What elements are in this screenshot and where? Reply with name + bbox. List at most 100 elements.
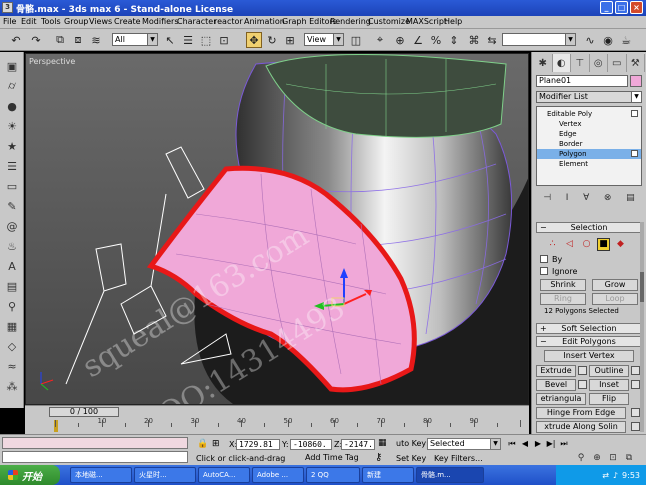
viewport-label[interactable]: Perspective — [29, 57, 75, 66]
grid-icon[interactable]: ▦ — [378, 438, 387, 448]
spiral-icon[interactable]: @ — [3, 218, 21, 234]
select-object-icon[interactable]: ↖ — [162, 32, 178, 48]
menu-file[interactable]: File — [3, 17, 16, 26]
particle-icon[interactable]: ⁂ — [3, 378, 21, 394]
dummy-icon[interactable]: ◇ — [3, 338, 21, 354]
vertex-mode-icon[interactable]: ∴ — [546, 238, 559, 251]
box-icon[interactable]: ▣ — [3, 58, 21, 74]
maxscript-listener-top[interactable] — [2, 437, 188, 449]
maximize-button[interactable]: □ — [615, 1, 628, 14]
pencil-icon[interactable]: ✎ — [3, 198, 21, 214]
selection-rollout-header[interactable]: − Selection — [536, 222, 642, 233]
edge-mode-icon[interactable]: ◁ — [563, 238, 576, 251]
perspective-viewport[interactable]: Perspective squeal@163.com QQ:14314493 — [25, 53, 529, 405]
plane-icon[interactable]: ▭ — [3, 178, 21, 194]
polygon-mode-icon[interactable]: ■ — [597, 237, 610, 251]
menu-maxscript[interactable]: MAXScript — [406, 17, 447, 26]
close-button[interactable]: × — [630, 1, 643, 14]
go-to-end-icon[interactable]: ⏭ — [558, 439, 570, 449]
pivot-center-icon[interactable]: ◫ — [348, 32, 364, 48]
play-icon[interactable]: ▶ — [532, 439, 544, 449]
wave-icon[interactable]: ≈ — [3, 358, 21, 374]
x-coordinate-field[interactable]: 1729.81 — [236, 439, 280, 450]
extrude-settings-button[interactable] — [578, 366, 587, 375]
previous-frame-icon[interactable]: ◀ — [519, 439, 531, 449]
key-mode-dropdown[interactable]: Selected ▼ — [427, 438, 501, 450]
angle-snap-icon[interactable]: ∠ — [410, 32, 426, 48]
inset-button[interactable]: Inset — [589, 379, 629, 391]
stack-item-vertex[interactable]: Vertex — [537, 119, 641, 129]
taskbar-item[interactable]: 本地磁... — [70, 467, 132, 483]
taskbar-item[interactable]: AutoCA... — [198, 467, 250, 483]
object-color-swatch[interactable] — [630, 75, 642, 87]
tab-modify[interactable]: ◐ — [552, 54, 571, 72]
track-bar[interactable]: 10 20 30 40 50 60 70 80 90 — [25, 417, 529, 434]
extrude-along-spline-settings-button[interactable] — [631, 422, 640, 431]
select-and-rotate-icon[interactable]: ↻ — [264, 32, 280, 48]
unlink-icon[interactable]: ⧈ — [70, 32, 86, 48]
spinner-snap-icon[interactable]: ⇕ — [446, 32, 462, 48]
tab-display[interactable]: ▭ — [608, 54, 627, 72]
app-icon[interactable]: 3 — [2, 2, 13, 13]
window-crossing-icon[interactable]: ⊡ — [216, 32, 232, 48]
menu-graph-editors[interactable]: Graph Editors — [282, 17, 337, 26]
zoom-icon[interactable]: ⚲ — [574, 453, 588, 465]
tab-create[interactable]: ✱ — [534, 54, 553, 72]
taskbar-item-active[interactable]: 骨骼.m... — [416, 467, 484, 483]
absolute-mode-icon[interactable]: ⊞ — [212, 439, 220, 449]
select-by-name-icon[interactable]: ☰ — [180, 32, 196, 48]
select-and-link-icon[interactable]: ⧉ — [52, 32, 68, 48]
pin-stack-icon[interactable]: ⊣ — [543, 193, 551, 203]
cylinder-icon[interactable]: ⌭ — [3, 78, 21, 94]
sphere-icon[interactable]: ● — [3, 98, 21, 114]
selection-filter-dropdown[interactable]: All ▼ — [112, 33, 158, 46]
select-and-scale-icon[interactable]: ⊞ — [282, 32, 298, 48]
z-coordinate-field[interactable]: -2147. — [341, 439, 375, 450]
zoom-extents-icon[interactable]: ⊡ — [606, 453, 620, 465]
material-editor-icon[interactable]: ◉ — [600, 32, 616, 48]
stack-item-element[interactable]: Element — [537, 159, 641, 169]
element-mode-icon[interactable]: ◆ — [614, 238, 627, 251]
start-button[interactable]: 开始 — [0, 465, 60, 485]
grow-button[interactable]: Grow — [592, 279, 638, 291]
menu-animation[interactable]: Animation — [244, 17, 285, 26]
menu-reactor[interactable]: reactor — [214, 17, 243, 26]
network-icon[interactable]: ⇄ — [602, 471, 609, 480]
stack-item-border[interactable]: Border — [537, 139, 641, 149]
lattice-icon[interactable]: ▦ — [3, 318, 21, 334]
grid-icon[interactable]: ▤ — [3, 278, 21, 294]
maximize-viewport-icon[interactable]: ⧉ — [622, 453, 636, 465]
curve-editor-icon[interactable]: ∿ — [582, 32, 598, 48]
stack-item-edge[interactable]: Edge — [537, 129, 641, 139]
bevel-button[interactable]: Bevel — [536, 379, 576, 391]
tab-motion[interactable]: ◎ — [590, 54, 608, 72]
hinge-settings-button[interactable] — [631, 408, 640, 417]
next-frame-icon[interactable]: ▶| — [545, 439, 557, 449]
mirror-icon[interactable]: ⇆ — [484, 32, 500, 48]
render-teapot-icon[interactable]: ☕ — [618, 32, 634, 48]
teapot-icon[interactable]: ♨ — [3, 238, 21, 254]
ignore-backfacing-checkbox[interactable]: Ignore — [540, 266, 640, 276]
text-icon[interactable]: A — [3, 258, 21, 274]
key-filters-button[interactable]: Key Filters... — [434, 454, 483, 465]
checkbox-box[interactable] — [540, 267, 548, 275]
taskbar-item[interactable]: 2 QQ — [306, 467, 360, 483]
make-unique-icon[interactable]: ∀ — [583, 193, 589, 203]
auto-key-button[interactable]: uto Key — [396, 439, 426, 450]
checkbox-box[interactable] — [540, 255, 548, 263]
retriangulate-button[interactable]: etriangula — [536, 393, 586, 405]
time-slider[interactable]: 0 / 100 — [25, 405, 529, 417]
object-name-field[interactable]: Plane01 — [536, 75, 628, 87]
ring-button[interactable]: Ring — [540, 293, 586, 305]
lock-selection-icon[interactable]: 🔒 — [197, 439, 208, 449]
named-selection-sets-dropdown[interactable]: ▼ — [502, 33, 576, 46]
taskbar-item[interactable]: 火星时... — [134, 467, 196, 483]
menu-edit[interactable]: Edit — [21, 17, 37, 26]
reference-coordinate-dropdown[interactable]: View ▼ — [304, 33, 344, 46]
named-selection-icon[interactable]: ⌘ — [466, 32, 482, 48]
outline-button[interactable]: Outline — [589, 365, 629, 377]
taskbar-item[interactable]: 新建 — [362, 467, 414, 483]
menu-customize[interactable]: Customize — [368, 17, 410, 26]
minimize-button[interactable]: _ — [600, 1, 613, 14]
menu-group[interactable]: Group — [64, 17, 88, 26]
